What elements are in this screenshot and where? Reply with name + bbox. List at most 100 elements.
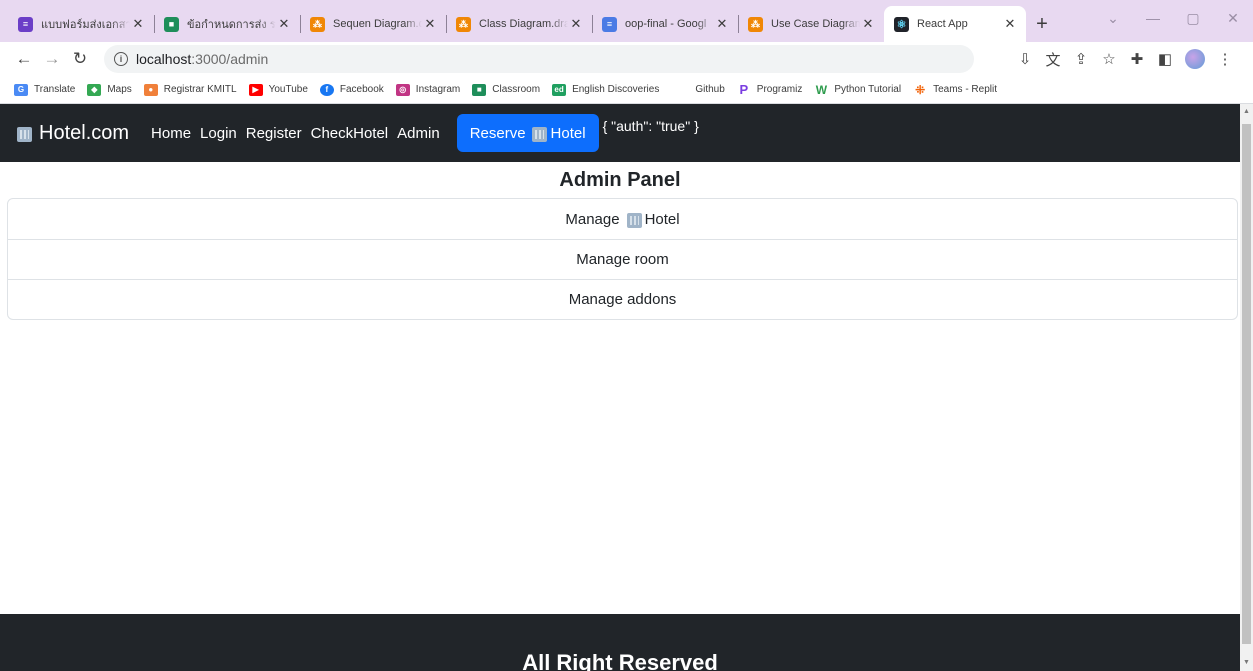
tab-title: oop-final - Googl	[625, 18, 707, 30]
window-close-icon[interactable]: ✕	[1213, 10, 1253, 27]
browser-tab[interactable]: ⁂ Sequen Diagram.d ✕	[300, 6, 446, 42]
drawio-icon: ⁂	[310, 16, 325, 32]
list-item-label: Manage room	[576, 251, 669, 268]
info-icon[interactable]: i	[114, 52, 128, 66]
bookmark-english-discoveries[interactable]: ed English Discoveries	[552, 83, 660, 96]
brand-label: Hotel.com	[39, 121, 130, 144]
share-icon[interactable]: ⇪	[1067, 50, 1095, 68]
close-icon[interactable]: ✕	[860, 16, 876, 32]
tab-search-icon[interactable]: ⌄	[1093, 10, 1133, 27]
scroll-down-icon[interactable]: ▼	[1240, 657, 1253, 669]
w3-icon: W	[815, 82, 828, 97]
close-icon[interactable]: ✕	[714, 16, 730, 32]
bookmarks-bar: G Translate ◆ Maps ● Registrar KMITL ▶ YouTu…	[0, 76, 1253, 104]
docs-icon: ≡	[602, 16, 617, 32]
profile-avatar[interactable]	[1185, 49, 1205, 69]
url-path: :3000/admin	[191, 51, 269, 67]
tab-title: Sequen Diagram.d	[333, 18, 422, 30]
browser-tab[interactable]: ⁂ Class Diagram.dra ✕	[446, 6, 592, 42]
forward-icon[interactable]: →	[40, 49, 64, 69]
tab-title: React App	[917, 18, 968, 30]
menu-icon[interactable]: ⋮	[1211, 50, 1239, 68]
browser-tab[interactable]: ⁂ Use Case Diagram ✕	[738, 6, 884, 42]
registrar-icon: ●	[143, 83, 158, 96]
scroll-up-icon[interactable]: ▲	[1240, 106, 1253, 118]
bookmark-youtube[interactable]: ▶ YouTube	[248, 83, 308, 96]
close-icon[interactable]: ✕	[130, 16, 146, 32]
new-tab-button[interactable]: +	[1026, 6, 1058, 42]
bookmark-maps[interactable]: ◆ Maps	[87, 83, 132, 96]
scroll-thumb[interactable]	[1242, 124, 1251, 644]
reserve-label: Reserve	[469, 124, 526, 142]
close-icon[interactable]: ✕	[568, 16, 584, 32]
back-icon[interactable]: ←	[12, 49, 36, 69]
bookmark-star-icon[interactable]: ☆	[1095, 50, 1123, 68]
minimize-icon[interactable]: —	[1133, 10, 1173, 26]
footer-text: All Right Reserved	[522, 650, 718, 671]
list-item-label: Manage addons	[568, 291, 677, 308]
auth-status-text: { "auth": "true" }	[602, 118, 699, 134]
bookmark-label: Registrar KMITL	[163, 84, 237, 95]
side-panel-icon[interactable]: ◧	[1151, 50, 1179, 68]
bookmark-label: Python Tutorial	[834, 84, 902, 95]
page-title: Admin Panel	[559, 168, 681, 191]
nav-register[interactable]: Register	[246, 125, 302, 142]
browser-tab[interactable]: ≡ แบบฟอร์มส่งเอกสารโ ✕	[8, 6, 154, 42]
extensions-icon[interactable]: ✚	[1123, 50, 1151, 68]
classroom-icon: ■	[472, 83, 487, 96]
bookmark-instagram[interactable]: ◎ Instagram	[395, 83, 461, 96]
nav-checkhotel[interactable]: CheckHotel	[311, 125, 389, 142]
bookmark-label: Programiz	[756, 84, 803, 95]
hotel-icon	[16, 125, 33, 142]
bookmark-label: Teams - Replit	[933, 84, 997, 95]
close-icon[interactable]: ✕	[1002, 16, 1018, 32]
bookmark-translate[interactable]: G Translate	[14, 83, 75, 96]
tab-title: Class Diagram.dra	[479, 18, 568, 30]
reserve-hotel-button[interactable]: Reserve Hotel	[456, 114, 599, 152]
tab-strip: ≡ แบบฟอร์มส่งเอกสารโ ✕ ■ ข้อกำหนดการส่ง …	[0, 0, 1253, 42]
react-icon: ⚛	[894, 16, 909, 32]
manage-addons-item[interactable]: Manage addons	[8, 279, 1237, 319]
address-bar[interactable]: i localhost:3000/admin	[104, 45, 974, 73]
drawio-icon: ⁂	[748, 16, 763, 32]
bookmark-classroom[interactable]: ■ Classroom	[472, 83, 540, 96]
bookmark-registrar[interactable]: ● Registrar KMITL	[143, 83, 237, 96]
nav-home[interactable]: Home	[151, 125, 191, 142]
replit-icon: ⁜	[915, 82, 926, 97]
restore-icon[interactable]: ▢	[1173, 10, 1213, 27]
ed-icon: ed	[552, 83, 567, 96]
bookmark-label: English Discoveries	[572, 84, 660, 95]
tab-title: แบบฟอร์มส่งเอกสารโ	[41, 19, 130, 31]
tab-title: Use Case Diagram	[771, 18, 860, 30]
hotel-icon	[626, 211, 643, 228]
close-icon[interactable]: ✕	[276, 16, 292, 32]
page-viewport: Hotel.com Home Login Register CheckHotel…	[0, 104, 1240, 671]
bookmark-facebook[interactable]: f Facebook	[319, 83, 384, 96]
site-navbar: Hotel.com Home Login Register CheckHotel…	[0, 104, 1240, 162]
close-icon[interactable]: ✕	[422, 16, 438, 32]
facebook-icon: f	[319, 83, 334, 96]
bookmark-github[interactable]: Github	[695, 84, 724, 95]
nav-login[interactable]: Login	[200, 125, 237, 142]
reload-icon[interactable]: ↻	[68, 49, 92, 69]
site-brand[interactable]: Hotel.com	[16, 122, 129, 145]
manage-room-item[interactable]: Manage room	[8, 239, 1237, 279]
page-scrollbar[interactable]: ▲ ▼	[1240, 104, 1253, 671]
browser-tab[interactable]: ■ ข้อกำหนดการส่ง รา ✕	[154, 6, 300, 42]
bookmark-label: Instagram	[415, 84, 461, 95]
bookmark-programiz[interactable]: P Programiz	[737, 82, 803, 97]
browser-tab-active[interactable]: ⚛ React App ✕	[884, 6, 1026, 42]
manage-hotel-item[interactable]: Manage Hotel	[8, 199, 1237, 239]
bookmark-label: Maps	[107, 84, 132, 95]
bookmark-python-tutorial[interactable]: W Python Tutorial	[814, 82, 902, 97]
site-footer: All Right Reserved	[0, 614, 1240, 671]
bookmark-label: Github	[695, 84, 725, 95]
browser-tab[interactable]: ≡ oop-final - Googl ✕	[592, 6, 738, 42]
translate-page-icon[interactable]: 文	[1039, 49, 1067, 70]
bookmark-teams-replit[interactable]: ⁜ Teams - Replit	[913, 82, 997, 97]
tab-title: ข้อกำหนดการส่ง รา	[187, 19, 276, 31]
sheets-icon: ≡	[18, 16, 33, 32]
nav-admin[interactable]: Admin	[397, 125, 440, 142]
admin-menu-list: Manage Hotel Manage room Manage addons	[7, 198, 1238, 320]
install-icon[interactable]: ⇩	[1011, 50, 1039, 68]
